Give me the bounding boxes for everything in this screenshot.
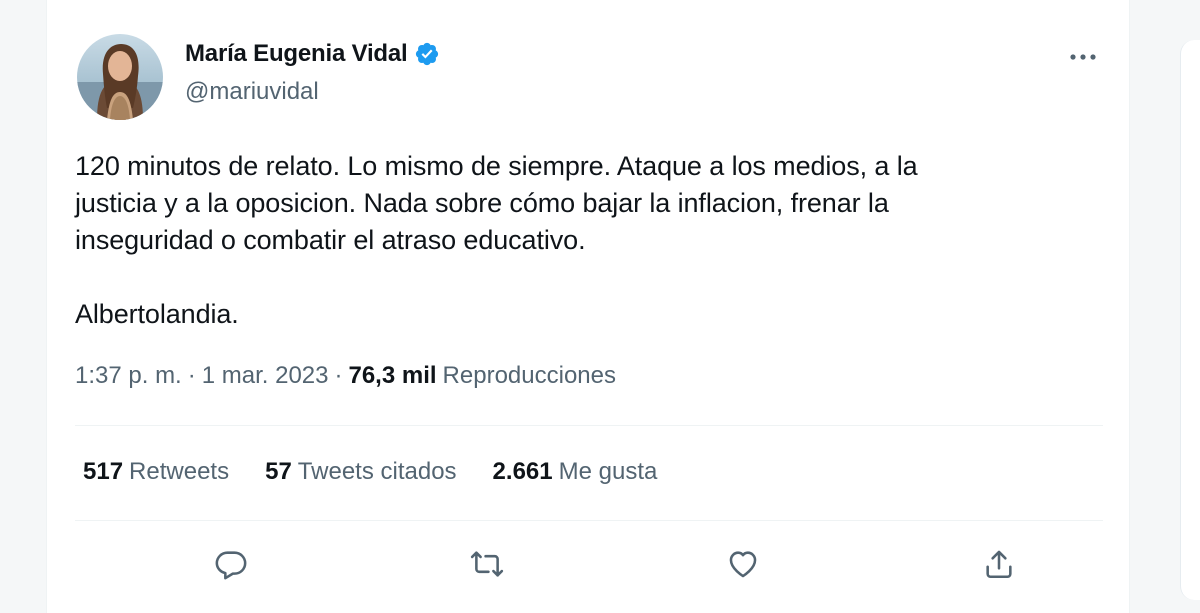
author-display-name[interactable]: María Eugenia Vidal xyxy=(185,40,408,68)
retweets-count: 517 xyxy=(83,458,124,485)
retweet-icon xyxy=(470,551,504,577)
likes-stat[interactable]: 2.661 Me gusta xyxy=(493,458,658,486)
quotes-label: Tweets citados xyxy=(297,458,457,485)
more-options-button[interactable] xyxy=(1065,42,1101,72)
quotes-count: 57 xyxy=(265,458,292,485)
retweets-label: Retweets xyxy=(129,458,230,485)
retweet-button[interactable] xyxy=(463,540,511,588)
share-button[interactable] xyxy=(975,540,1023,588)
tweet-card: María Eugenia Vidal @mariuvidal 120 minu… xyxy=(46,0,1130,613)
reply-button[interactable] xyxy=(207,540,255,588)
views-count[interactable]: 76,3 mil xyxy=(348,362,436,390)
verified-badge-icon[interactable] xyxy=(414,41,440,67)
page: María Eugenia Vidal @mariuvidal 120 minu… xyxy=(0,0,1200,613)
retweets-stat[interactable]: 517 Retweets xyxy=(83,458,229,486)
quotes-stat[interactable]: 57 Tweets citados xyxy=(265,458,456,486)
divider xyxy=(75,425,1103,426)
meta-separator: · xyxy=(334,362,343,389)
divider xyxy=(75,520,1103,521)
tweet-time[interactable]: 1:37 p. m. xyxy=(75,362,182,390)
reply-icon xyxy=(215,551,247,580)
share-icon xyxy=(986,550,1012,579)
more-dots-icon xyxy=(1070,54,1096,60)
tweet-date[interactable]: 1 mar. 2023 xyxy=(202,362,329,390)
meta-separator: · xyxy=(187,362,196,389)
tweet-text: 120 minutos de relato. Lo mismo de siemp… xyxy=(75,151,918,329)
tweet-stats: 517 Retweets 57 Tweets citados 2.661 Me … xyxy=(83,458,657,486)
author-handle[interactable]: @mariuvidal xyxy=(185,78,319,106)
like-button[interactable] xyxy=(719,540,767,588)
adjacent-panel-edge xyxy=(1180,40,1200,600)
likes-count: 2.661 xyxy=(492,458,553,485)
likes-label: Me gusta xyxy=(558,458,658,485)
profile-photo-icon xyxy=(77,34,163,120)
action-bar xyxy=(75,540,1103,588)
like-icon xyxy=(729,551,757,578)
tweet-meta: 1:37 p. m. · 1 mar. 2023 · 76,3 mil Repr… xyxy=(75,362,616,390)
views-label: Reproducciones xyxy=(442,362,616,389)
avatar[interactable] xyxy=(77,34,163,120)
author-name-row: María Eugenia Vidal xyxy=(185,40,440,68)
